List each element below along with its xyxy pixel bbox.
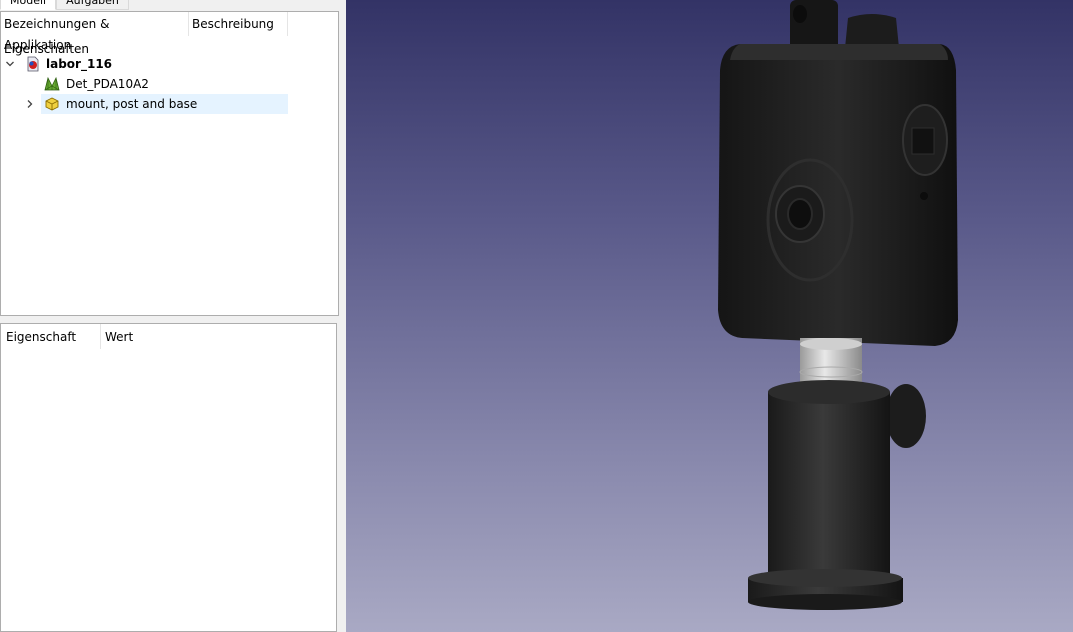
- column-header-description[interactable]: Beschreibung: [189, 12, 288, 36]
- column-header-labels[interactable]: Bezeichnungen & Eigenschaften: [1, 12, 189, 56]
- document-icon: [25, 56, 41, 72]
- tree-root-label: Applikation: [4, 38, 72, 52]
- tab-aufgaben[interactable]: Aufgaben: [56, 0, 129, 10]
- chevron-down-icon[interactable]: [5, 54, 15, 74]
- tree-header: Bezeichnungen & Eigenschaften Beschreibu…: [1, 12, 288, 56]
- column-header-value[interactable]: Wert: [101, 324, 333, 349]
- tree-item-label: Det_PDA10A2: [66, 77, 149, 91]
- tab-modell[interactable]: Modell: [0, 0, 57, 10]
- panel-splitter[interactable]: [339, 0, 346, 632]
- tree-item-mesh[interactable]: Det_PDA10A2: [1, 74, 288, 94]
- model-tree[interactable]: Bezeichnungen & Eigenschaften Beschreibu…: [0, 11, 339, 316]
- property-view[interactable]: Eigenschaft Wert: [0, 323, 337, 632]
- tree-item-part-content[interactable]: mount, post and base: [1, 94, 288, 114]
- part-icon: [44, 96, 60, 112]
- combo-view-panel: Modell Aufgaben Bezeichnungen & Eigensch…: [0, 0, 346, 632]
- column-header-property[interactable]: Eigenschaft: [1, 324, 101, 349]
- chevron-right-icon[interactable]: [25, 94, 35, 114]
- tree-item-label: mount, post and base: [66, 97, 198, 111]
- property-header: Eigenschaft Wert: [1, 324, 333, 349]
- 3d-viewport[interactable]: [346, 0, 1073, 632]
- mesh-icon: [44, 76, 60, 92]
- tree-item-document[interactable]: labor_116: [1, 54, 288, 74]
- 3d-model-render: [718, 0, 958, 610]
- tree-item-label: labor_116: [46, 57, 113, 71]
- combo-view-tabs: Modell Aufgaben: [0, 0, 129, 11]
